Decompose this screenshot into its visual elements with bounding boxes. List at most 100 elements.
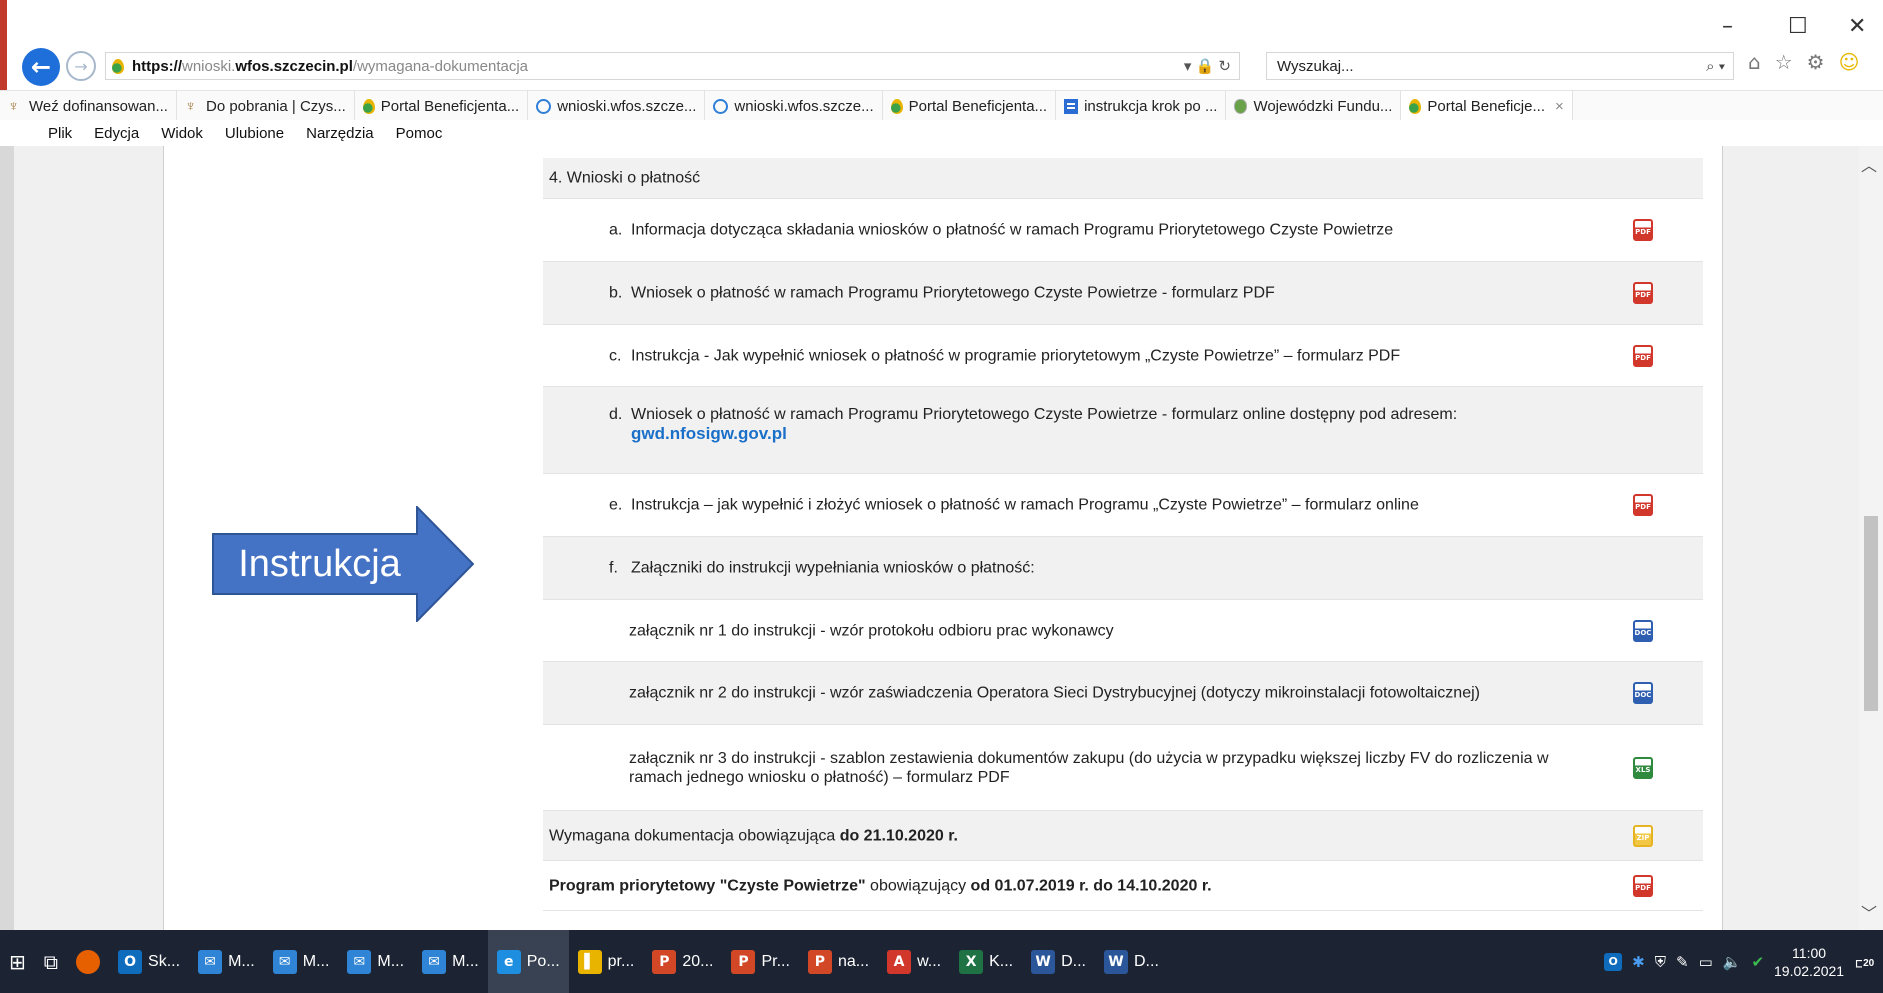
taskbar-app-button[interactable]: P 20... bbox=[643, 930, 722, 993]
scroll-down-icon[interactable]: ﹀ bbox=[1861, 900, 1877, 924]
pen-icon[interactable]: ✎ bbox=[1676, 953, 1689, 971]
attachment-text[interactable]: załącznik nr 2 do instrukcji - wzór zaśw… bbox=[629, 684, 1583, 703]
attachment-text[interactable]: załącznik nr 3 do instrukcji - szablon z… bbox=[629, 749, 1583, 787]
browser-tab[interactable]: Portal Beneficje... × bbox=[1401, 91, 1573, 121]
close-button[interactable]: ✕ bbox=[1848, 14, 1866, 39]
url-host: wfos.szczecin.pl bbox=[235, 57, 353, 75]
address-controls[interactable]: ▾ 🔒 ↻ bbox=[1184, 57, 1231, 75]
pdf-icon: A bbox=[887, 949, 912, 974]
pdf-icon[interactable]: PDF bbox=[1633, 282, 1653, 304]
archive-text[interactable]: Program priorytetowy "Czyste Powietrze" … bbox=[549, 876, 1583, 895]
taskbar-app-button[interactable]: W D... bbox=[1022, 930, 1095, 993]
start-button[interactable]: ⊞ bbox=[0, 930, 35, 993]
browser-tab[interactable]: Portal Beneficjenta... bbox=[355, 91, 529, 121]
gear-icon[interactable]: ⚙ bbox=[1807, 50, 1825, 74]
feedback-smiley-icon[interactable]: ☺ bbox=[1839, 50, 1860, 74]
browser-tab[interactable]: Wojewódzki Fundu... bbox=[1226, 91, 1402, 121]
attachment-row: załącznik nr 1 do instrukcji - wzór prot… bbox=[543, 600, 1703, 662]
ie-icon bbox=[713, 98, 729, 114]
doc-icon[interactable]: DOC bbox=[1633, 619, 1653, 642]
browser-tab[interactable]: ♆ Do pobrania | Czys... bbox=[177, 91, 355, 121]
pdf-icon[interactable]: PDF bbox=[1633, 874, 1653, 897]
pdf-icon[interactable]: PDF bbox=[1633, 344, 1653, 367]
zip-icon[interactable]: ZIP bbox=[1633, 824, 1653, 847]
taskbar-app-button[interactable]: Aw... bbox=[878, 930, 950, 993]
list-item: d. Wniosek o płatność w ramach Programu P… bbox=[543, 387, 1703, 474]
menu-item[interactable]: Edycja bbox=[94, 125, 139, 142]
archive-text[interactable]: Wymagana dokumentacja obowiązująca do 21… bbox=[549, 826, 1583, 845]
vertical-scrollbar[interactable]: ︿ ﹀ bbox=[1859, 146, 1883, 930]
address-bar[interactable]: https:// wnioski. wfos.szczecin.pl /wyma… bbox=[105, 52, 1240, 80]
taskbar-app-button[interactable]: O Sk... bbox=[109, 930, 189, 993]
doc-icon[interactable]: DOC bbox=[1633, 682, 1653, 704]
toolbar-icons: ⌂ ☆ ⚙ ☺ bbox=[1748, 50, 1859, 74]
eagle-icon: ♆ bbox=[184, 97, 197, 115]
browser-tab[interactable]: ♆ Weź dofinansowan... bbox=[0, 91, 177, 121]
security-check-icon[interactable]: ✔ bbox=[1751, 953, 1764, 971]
menu-item[interactable]: Widok bbox=[161, 125, 203, 142]
menu-item[interactable]: Narzędzia bbox=[306, 125, 374, 142]
taskbar-app-button[interactable]: ✉ M... bbox=[189, 930, 264, 993]
browser-tab[interactable]: Portal Beneficjenta... bbox=[883, 91, 1057, 121]
pdf-icon[interactable]: PDF bbox=[1633, 494, 1653, 516]
archive-row: Wymagana dokumentacja obowiązująca do 21… bbox=[543, 811, 1703, 861]
taskbar-app-button[interactable]: ▌ pr... bbox=[569, 930, 644, 993]
taskbar-app-button[interactable]: W D... bbox=[1095, 930, 1168, 993]
back-button[interactable]: ← bbox=[22, 48, 60, 86]
minimize-button[interactable]: – bbox=[1722, 14, 1733, 39]
search-box[interactable]: Wyszukaj... ⌕ ▾ bbox=[1266, 52, 1734, 80]
menu-item[interactable]: Pomoc bbox=[396, 125, 443, 142]
tab-label: Portal Beneficje... bbox=[1427, 97, 1545, 115]
tab-label: Wojewódzki Fundu... bbox=[1253, 97, 1393, 115]
taskbar-app-button[interactable]: ✉ M... bbox=[338, 930, 413, 993]
home-icon[interactable]: ⌂ bbox=[1748, 50, 1761, 74]
taskbar-app-label: M... bbox=[452, 952, 479, 970]
item-text[interactable]: c. Instrukcja - Jak wypełnić wniosek o pł… bbox=[609, 346, 1583, 365]
external-link[interactable]: gwd.nfosigw.gov.pl bbox=[631, 424, 1583, 443]
taskbar-app-label: D... bbox=[1134, 952, 1159, 970]
shield-icon[interactable]: ⛨ bbox=[1655, 953, 1666, 971]
taskbar-app-button[interactable]: ✉ M... bbox=[413, 930, 488, 993]
search-icon[interactable]: ⌕ ▾ bbox=[1706, 58, 1725, 75]
favorites-star-icon[interactable]: ☆ bbox=[1775, 50, 1793, 74]
forward-button[interactable]: → bbox=[66, 51, 96, 81]
maximize-button[interactable]: ☐ bbox=[1788, 14, 1808, 39]
taskbar-app-button[interactable]: Pna... bbox=[799, 930, 878, 993]
taskbar-app-label: pr... bbox=[607, 952, 635, 970]
word-icon: W bbox=[1031, 949, 1056, 974]
notifications-button[interactable]: ▭20 bbox=[1854, 950, 1876, 974]
taskbar-app-button[interactable]: P Pr... bbox=[722, 930, 798, 993]
task-view-button[interactable]: ⧉ bbox=[35, 930, 67, 993]
item-text[interactable]: b. Wniosek o płatność w ramach Programu P… bbox=[609, 284, 1583, 303]
taskbar-app-button[interactable]: e Po... bbox=[487, 930, 569, 993]
window-edge bbox=[0, 0, 7, 100]
menu-item[interactable]: Plik bbox=[48, 125, 72, 142]
scroll-thumb[interactable] bbox=[1864, 516, 1878, 711]
tab-close-icon[interactable]: × bbox=[1555, 98, 1564, 115]
xls-icon[interactable]: XLS bbox=[1633, 756, 1653, 779]
volume-icon[interactable]: 🔈 bbox=[1723, 953, 1742, 971]
item-text[interactable]: a. Informacja dotycząca składania wnioskó… bbox=[609, 221, 1583, 240]
list-item: a. Informacja dotycząca składania wnioskó… bbox=[543, 199, 1703, 262]
browser-tab[interactable]: instrukcja krok po ... bbox=[1056, 91, 1227, 121]
task-view-icon: ⧉ bbox=[43, 949, 59, 974]
clock[interactable]: 11:00 19.02.2021 bbox=[1774, 944, 1844, 980]
taskbar-app-button[interactable]: ✉ M... bbox=[264, 930, 339, 993]
attachment-text[interactable]: załącznik nr 1 do instrukcji - wzór prot… bbox=[629, 621, 1583, 640]
site-drop-icon bbox=[112, 58, 124, 74]
pdf-icon[interactable]: PDF bbox=[1633, 219, 1653, 241]
taskbar-app-button[interactable]: X K... bbox=[950, 930, 1022, 993]
browser-tab[interactable]: wnioski.wfos.szcze... bbox=[705, 91, 883, 121]
network-icon[interactable]: ▭ bbox=[1699, 953, 1713, 971]
outlook-tray-icon[interactable]: O bbox=[1604, 952, 1623, 971]
scroll-up-icon[interactable]: ︿ bbox=[1861, 152, 1877, 176]
item-text[interactable]: e. Instrukcja – jak wypełnić i złożyć wni… bbox=[609, 496, 1583, 515]
list-item: f. Załączniki do instrukcji wypełniania w… bbox=[543, 537, 1703, 600]
menu-item[interactable]: Ulubione bbox=[225, 125, 284, 142]
taskbar-app-label: M... bbox=[228, 952, 255, 970]
windows-logo-icon: ⊞ bbox=[9, 949, 26, 974]
browser-tab[interactable]: wnioski.wfos.szcze... bbox=[528, 91, 706, 121]
section-header: 4. Wnioski o płatność bbox=[543, 158, 1703, 199]
firefox-button[interactable] bbox=[67, 930, 109, 993]
bluetooth-icon[interactable]: ✱ bbox=[1632, 953, 1645, 971]
